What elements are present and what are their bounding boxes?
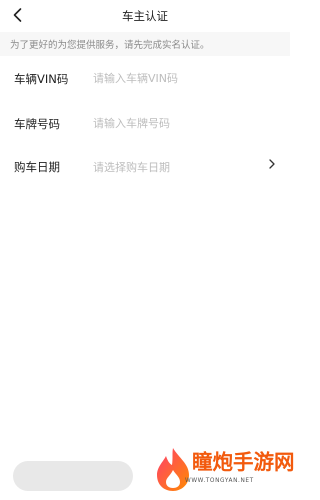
page-title: 车主认证 [122, 9, 168, 23]
date-label: 购车日期 [14, 160, 60, 174]
date-row[interactable]: 购车日期 请选择购车日期 [0, 146, 290, 192]
nav-bar: 车主认证 [0, 0, 290, 32]
chevron-right-icon [269, 159, 275, 169]
vin-row: 车辆VIN码 [0, 56, 290, 102]
date-select[interactable]: 请选择购车日期 [93, 159, 170, 175]
notice-text: 为了更好的为您提供服务，请先完成实名认证。 [10, 40, 210, 51]
submit-button[interactable] [13, 461, 133, 491]
plate-row: 车牌号码 [0, 102, 290, 148]
plate-label: 车牌号码 [14, 117, 60, 131]
plate-input[interactable] [93, 113, 268, 133]
watermark-name: 瞳炮手游网 [192, 450, 295, 474]
watermark-url: WWW.TONGYAN.NET [185, 478, 254, 484]
flame-logo-icon [157, 448, 189, 491]
vin-input[interactable] [93, 68, 268, 88]
vin-label: 车辆VIN码 [14, 72, 69, 86]
watermark: 瞳炮手游网 WWW.TONGYAN.NET [153, 440, 295, 498]
notice-bar: 为了更好的为您提供服务，请先完成实名认证。 [0, 32, 290, 56]
